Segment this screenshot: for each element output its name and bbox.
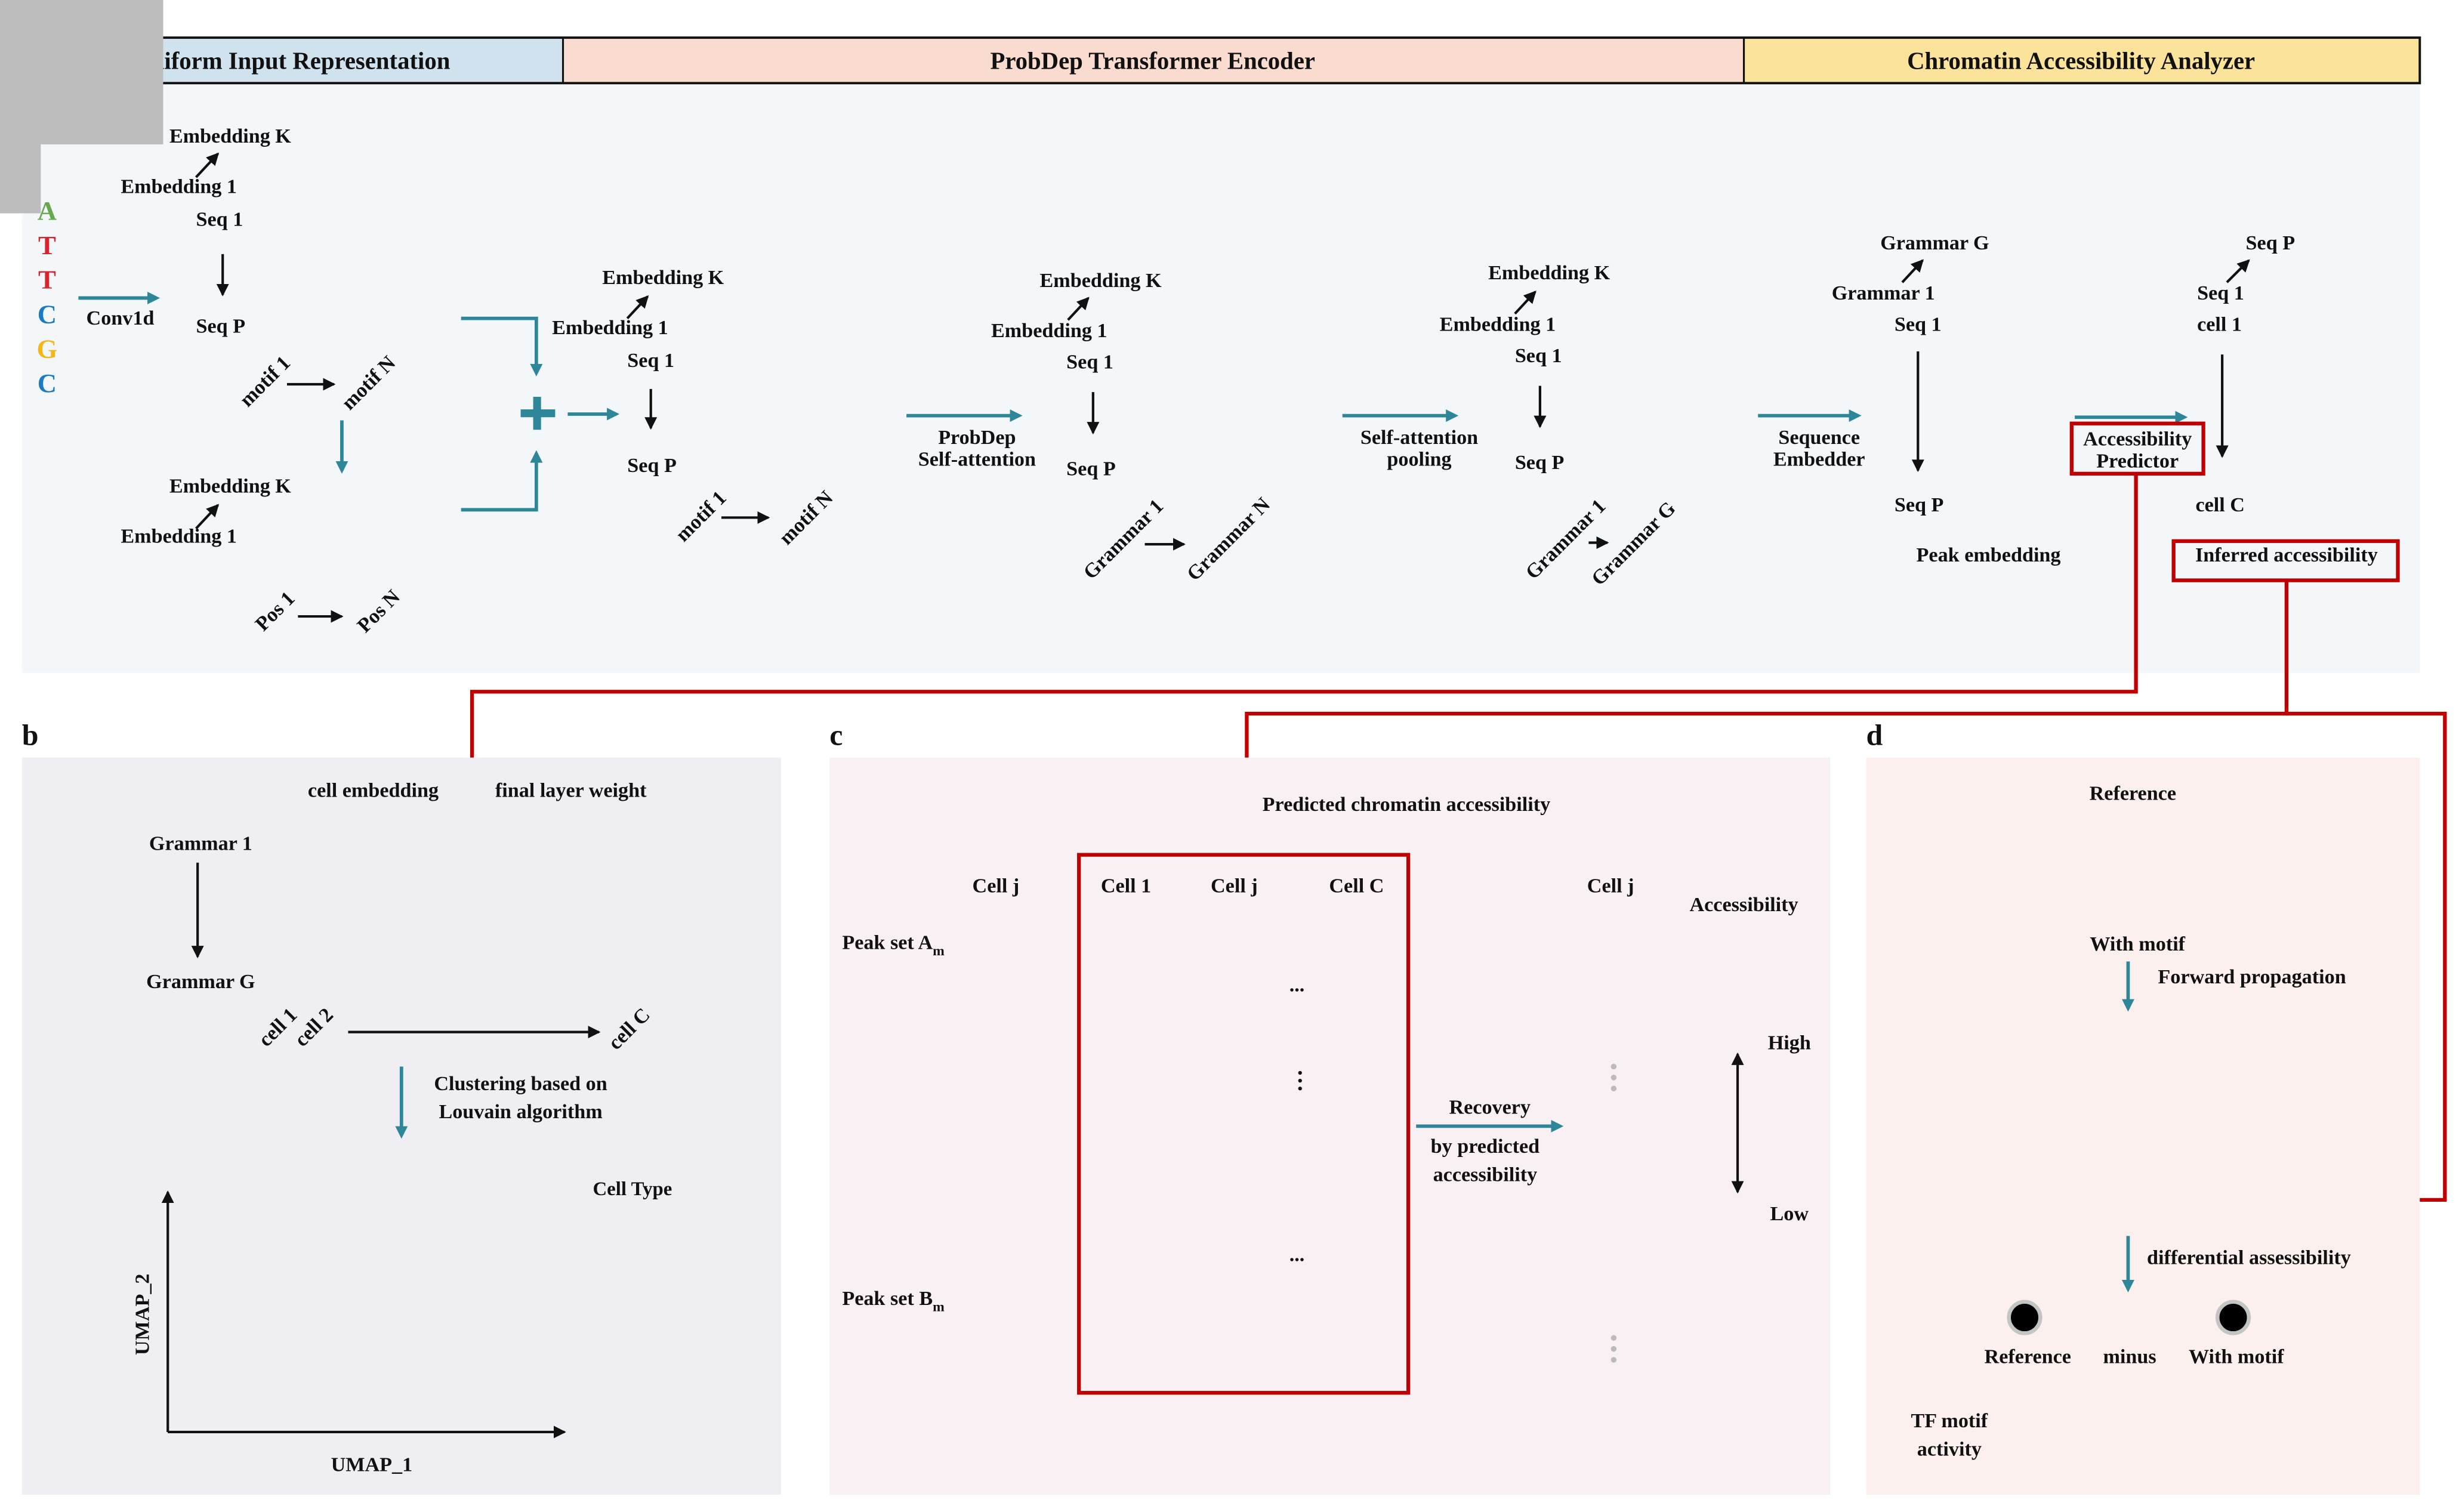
compare-reference-label: Reference (1985, 1346, 2071, 1368)
tf-label-1: TF motif (1911, 1410, 1988, 1432)
motif-seq-p-label: Seq P (196, 315, 246, 337)
predicted-col-j-label: Cell j (1211, 875, 1258, 897)
sum-emb-k-label: Embedding K (602, 267, 724, 289)
forward-propagation-label: Forward propagation (2158, 966, 2346, 988)
dna-base: C (38, 299, 57, 329)
peak-embedding-caption: Peak embedding (1917, 544, 2061, 566)
predictor-label-2: Predictor (2096, 450, 2179, 472)
motif-emb-1-label: Embedding 1 (121, 175, 237, 198)
conv1d-label: Conv1d (87, 307, 155, 329)
accessibility-legend-title: Accessibility (1689, 894, 1798, 916)
pooled-seq-p-label: Seq P (1515, 452, 1565, 474)
pooled-seq-1-label: Seq 1 (1515, 345, 1562, 367)
panel-d: d Reference With motif Forward propagati… (1866, 719, 2420, 1495)
dna-base: T (38, 230, 56, 260)
acc-cell-1-label: cell 1 (2197, 314, 2242, 336)
compare-minus-label: minus (2103, 1346, 2156, 1368)
vector-layer (0, 0, 41, 214)
pooling-label-2: pooling (1387, 449, 1451, 471)
cell-embedding-label: cell embedding (308, 779, 439, 801)
motif-seq-1-label: Seq 1 (196, 209, 243, 231)
clustering-label-1: Clustering based on (434, 1073, 607, 1095)
ellipsis-row-1: ... (1289, 974, 1305, 996)
peak-top-label: Grammar G (1880, 232, 1989, 254)
heatmap-row-top-label: Grammar 1 (149, 833, 252, 855)
pos-emb-1-label: Embedding 1 (121, 526, 237, 548)
motif-node (2215, 1300, 2251, 1335)
header-label-accessibility-analyzer: Chromatin Accessibility Analyzer (1907, 48, 2255, 75)
grammar-emb-k-label: Embedding K (1039, 270, 1161, 292)
pooled-emb-1-label: Embedding 1 (1440, 314, 1556, 336)
predicted-col-c-label: Cell C (1329, 875, 1384, 897)
pooled-emb-k-label: Embedding K (1488, 262, 1610, 284)
observed-col-label: Cell j (973, 875, 1020, 897)
heatmap-row-bottom-label: Grammar G (146, 971, 255, 993)
vertical-ellipsis-icon (1298, 1070, 1302, 1091)
legend-low-label: Low (1770, 1203, 1809, 1225)
pos-emb-k-label: Embedding K (169, 475, 291, 497)
recovery-label-3: accessibility (1433, 1164, 1538, 1186)
dna-base: T (38, 265, 56, 295)
differential-label: differential assessibility (2147, 1247, 2351, 1269)
section-header-bar: Uniform Input Representation ProbDep Tra… (20, 36, 2421, 85)
clustering-label-2: Louvain algorithm (439, 1101, 602, 1123)
grammar-emb-1-label: Embedding 1 (991, 320, 1107, 342)
ellipsis-row-5: ... (1289, 1243, 1305, 1266)
embedder-label-2: Embedder (1773, 449, 1865, 471)
panel-d-background (1866, 757, 2420, 1495)
header-label-uniform-input: Uniform Input Representation (133, 48, 450, 75)
predicted-accessibility-label: Predicted chromatin accessibility (1263, 794, 1551, 816)
umap-y-label: UMAP_2 (132, 1273, 154, 1355)
predictor-label-1: Accessibility (2083, 428, 2192, 450)
peak-seq-p-label: Seq P (1895, 494, 1944, 516)
motif-emb-k-label: Embedding K (169, 125, 291, 147)
acc-mid-label: Seq 1 (2197, 282, 2244, 304)
probdep-label-2: Self-attention (918, 449, 1036, 471)
figure-canvas: a Uniform Input Representation ProbDep T… (0, 0, 2447, 1495)
recovered-col-label: Cell j (1587, 875, 1634, 897)
peak-mid-label: Grammar 1 (1832, 282, 1935, 304)
probdep-label-1: ProbDep (938, 427, 1016, 449)
panel-letter-c: c (829, 719, 843, 752)
reference-label: Reference (2090, 783, 2176, 805)
with-motif-label: With motif (2090, 933, 2185, 955)
tf-label-2: activity (1917, 1438, 1982, 1460)
panel-a: a Uniform Input Representation ProbDep T… (0, 0, 2421, 673)
embedder-label-1: Sequence (1778, 427, 1860, 449)
acc-cell-c-label: cell C (2195, 494, 2245, 516)
umap-x-label: UMAP_1 (331, 1454, 413, 1476)
final-layer-weight-label: final layer weight (495, 779, 647, 801)
predicted-col-1-label: Cell 1 (1101, 875, 1151, 897)
peak-embedding-tensor (0, 0, 41, 214)
panel-c-background (829, 757, 1831, 1495)
recovery-label-2: by predicted (1431, 1135, 1539, 1158)
header-label-transformer-encoder: ProbDep Transformer Encoder (990, 48, 1315, 75)
panel-c: c Predicted chromatin accessibility Cell… (829, 719, 1831, 1495)
sum-emb-1-label: Embedding 1 (552, 317, 668, 339)
compare-with-motif-label: With motif (2189, 1346, 2284, 1368)
grammar-seq-p-label: Seq P (1066, 458, 1116, 480)
legend-high-label: High (1768, 1032, 1811, 1054)
panel-letter-d: d (1866, 719, 1883, 752)
panel-letter-b: b (22, 719, 39, 752)
dna-base: G (36, 334, 57, 363)
pooling-label-1: Self-attention (1360, 427, 1478, 449)
peak-seq-1-label: Seq 1 (1895, 314, 1942, 336)
sum-seq-p-label: Seq P (627, 455, 677, 477)
legend-title: Cell Type (593, 1178, 672, 1200)
grammar-seq-1-label: Seq 1 (1066, 351, 1113, 374)
sum-seq-1-label: Seq 1 (627, 350, 674, 372)
panel-b: b cell embedding final layer weight Gram… (21, 719, 781, 1495)
dna-base: C (38, 368, 57, 398)
reference-node (2007, 1300, 2043, 1335)
recovery-label-1: Recovery (1449, 1096, 1531, 1118)
inferred-accessibility-label: Inferred accessibility (2195, 544, 2378, 566)
acc-top-label: Seq P (2246, 232, 2296, 254)
